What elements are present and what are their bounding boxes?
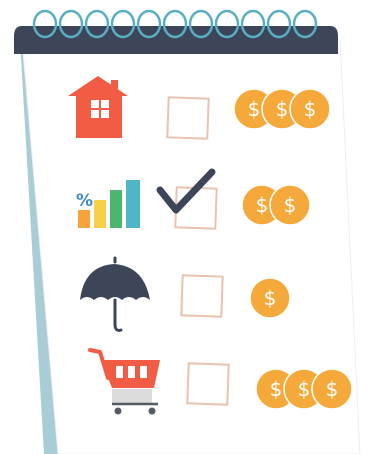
coins-row-2: $ $	[241, 184, 311, 226]
coin-symbol: $	[298, 377, 311, 401]
coin-symbol: $	[326, 377, 339, 401]
checkbox-4[interactable]	[186, 362, 230, 406]
checkbox-3[interactable]	[180, 274, 224, 318]
coin-symbol: $	[248, 97, 261, 121]
coin-symbol: $	[270, 377, 283, 401]
percent-label: %	[76, 191, 93, 211]
coin-symbol: $	[256, 193, 269, 217]
chart-bar-3	[110, 190, 122, 228]
coin-symbol: $	[276, 97, 289, 121]
coins-row-4: $ $ $	[255, 368, 353, 410]
coin-symbol: $	[264, 286, 277, 310]
checkbox-1[interactable]	[166, 96, 210, 140]
chart-bar-2	[94, 200, 106, 228]
budget-checklist-illustration: $ $ $ % $ $ $ $ $ $	[14, 9, 361, 454]
coin-symbol: $	[284, 193, 297, 217]
coins-row-1: $ $ $	[233, 88, 331, 130]
coins-row-3: $	[249, 277, 291, 319]
chart-bar-1	[78, 210, 90, 228]
chart-bar-4	[126, 180, 140, 228]
coin-symbol: $	[304, 97, 317, 121]
